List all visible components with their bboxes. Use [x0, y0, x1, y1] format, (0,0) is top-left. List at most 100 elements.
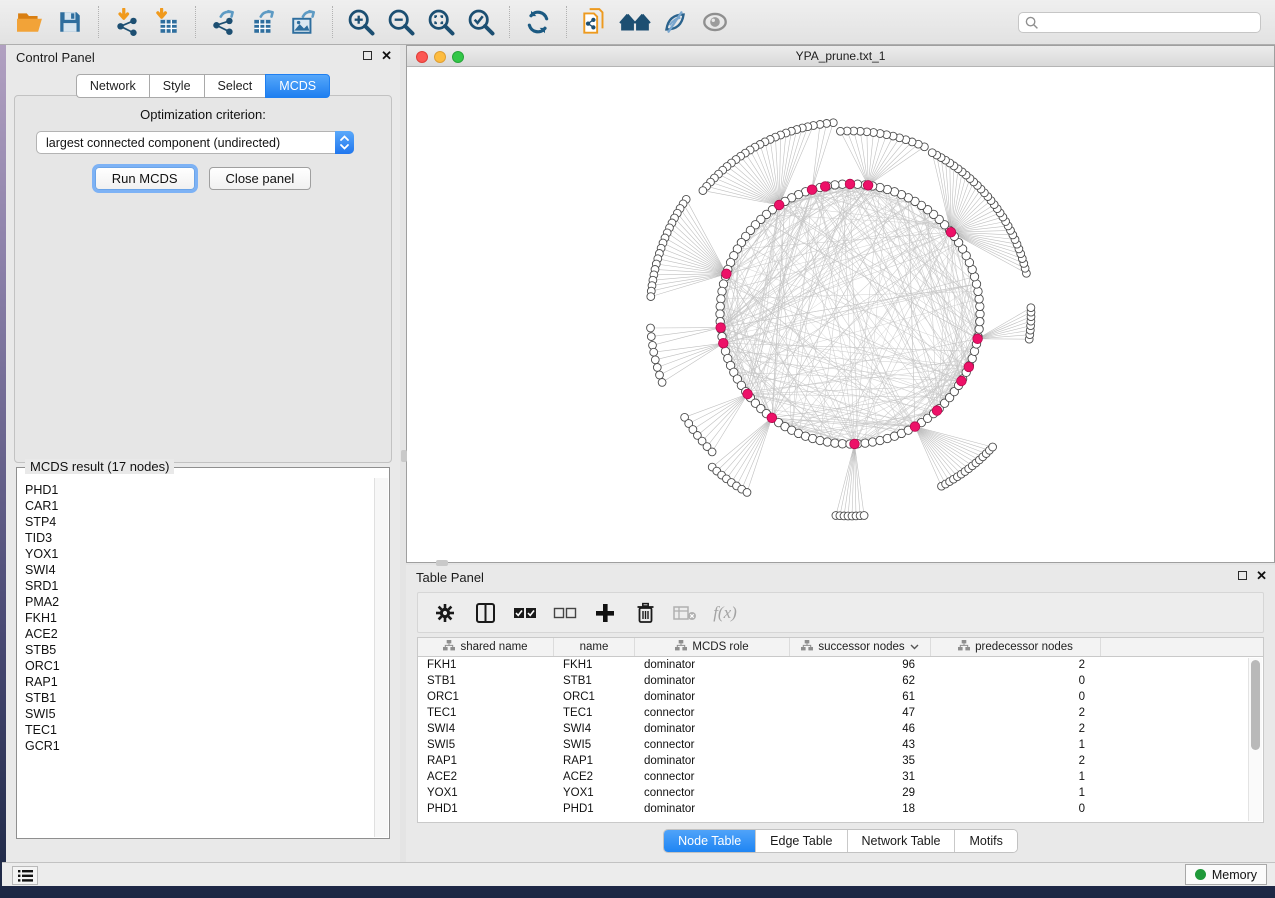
maximize-window-icon[interactable]	[452, 51, 464, 63]
run-mcds-button[interactable]: Run MCDS	[95, 167, 195, 190]
cell-successor-nodes: 61	[790, 689, 931, 705]
table-row[interactable]: PHD1PHD1dominator180	[418, 801, 1263, 817]
cell-name: ORC1	[554, 689, 635, 705]
cell-predecessor-nodes: 0	[931, 673, 1101, 689]
vertical-splitter-handle[interactable]	[401, 450, 407, 462]
table-row[interactable]: ACE2ACE2connector311	[418, 769, 1263, 785]
save-session-icon[interactable]	[50, 4, 90, 40]
mcds-result-node[interactable]: YOX1	[25, 546, 374, 562]
tab-network[interactable]: Network	[76, 74, 149, 98]
float-table-panel-icon[interactable]	[1238, 571, 1247, 580]
task-history-list-icon[interactable]	[12, 866, 38, 885]
export-image-icon[interactable]	[284, 4, 324, 40]
show-details-icon[interactable]	[695, 4, 735, 40]
mcds-result-node[interactable]: ACE2	[25, 626, 374, 642]
table-row[interactable]: STB1STB1dominator620	[418, 673, 1263, 689]
cell-successor-nodes: 43	[790, 737, 931, 753]
horizontal-splitter-handle[interactable]	[436, 560, 448, 566]
cell-shared-name: TEC1	[418, 705, 554, 721]
tab-style[interactable]: Style	[149, 74, 204, 98]
zoom-selected-icon[interactable]	[461, 4, 501, 40]
delete-column-trash-icon[interactable]	[628, 597, 662, 629]
mcds-result-node[interactable]: TEC1	[25, 722, 374, 738]
add-column-icon[interactable]	[588, 597, 622, 629]
mcds-result-node[interactable]: STB1	[25, 690, 374, 706]
show-columns-icon[interactable]	[468, 597, 502, 629]
table-row[interactable]: ORC1ORC1dominator610	[418, 689, 1263, 705]
table-row[interactable]: RAP1RAP1dominator352	[418, 753, 1263, 769]
mcds-result-node[interactable]: RAP1	[25, 674, 374, 690]
table-panel: Table Panel ✕	[406, 565, 1275, 862]
hide-details-icon[interactable]	[655, 4, 695, 40]
close-window-icon[interactable]	[416, 51, 428, 63]
export-network-icon[interactable]	[204, 4, 244, 40]
zoom-out-icon[interactable]	[381, 4, 421, 40]
mcds-result-node[interactable]: GCR1	[25, 738, 374, 754]
mcds-result-node[interactable]: SRD1	[25, 578, 374, 594]
zoom-fit-icon[interactable]	[421, 4, 461, 40]
mcds-result-scrollbar[interactable]	[374, 478, 388, 837]
table-scrollbar[interactable]	[1248, 658, 1262, 821]
column-header-name[interactable]: name	[554, 638, 635, 656]
share-document-icon[interactable]	[575, 4, 615, 40]
table-row[interactable]: TEC1TEC1connector472	[418, 705, 1263, 721]
memory-status-icon	[1195, 869, 1206, 880]
select-all-rows-icon[interactable]	[508, 597, 542, 629]
column-header-predecessor-nodes[interactable]: predecessor nodes	[931, 638, 1101, 656]
close-panel-button[interactable]: Close panel	[209, 167, 312, 190]
cell-shared-name: RAP1	[418, 753, 554, 769]
cell-MCDS-role: connector	[635, 705, 790, 721]
mcds-result-node[interactable]: SWI5	[25, 706, 374, 722]
table-scrollbar-thumb[interactable]	[1251, 660, 1260, 750]
column-header-shared-name[interactable]: shared name	[418, 638, 554, 656]
open-file-icon[interactable]	[10, 4, 50, 40]
import-network-icon[interactable]	[107, 4, 147, 40]
deselect-all-rows-icon[interactable]	[548, 597, 582, 629]
optimization-criterion-label: Optimization criterion:	[6, 107, 400, 122]
mcds-result-node[interactable]: SWI4	[25, 562, 374, 578]
close-panel-icon[interactable]: ✕	[381, 50, 392, 61]
cell-predecessor-nodes: 2	[931, 721, 1101, 737]
tab-mcds[interactable]: MCDS	[265, 74, 330, 98]
tab-motifs[interactable]: Motifs	[955, 830, 1016, 852]
table-settings-gear-icon[interactable]	[428, 597, 462, 629]
column-header-MCDS-role[interactable]: MCDS role	[635, 638, 790, 656]
workspace: Control Panel ✕ NetworkStyleSelectMCDS O…	[6, 45, 1275, 862]
mcds-result-node[interactable]: STP4	[25, 514, 374, 530]
mcds-result-list[interactable]: PHD1CAR1STP4TID3YOX1SWI4SRD1PMA2FKH1ACE2…	[18, 478, 374, 837]
mcds-result-node[interactable]: STB5	[25, 642, 374, 658]
search-input[interactable]	[1018, 12, 1261, 33]
mcds-result-node[interactable]: PHD1	[25, 482, 374, 498]
cell-MCDS-role: dominator	[635, 689, 790, 705]
refresh-icon[interactable]	[518, 4, 558, 40]
mcds-result-node[interactable]: PMA2	[25, 594, 374, 610]
float-panel-icon[interactable]	[363, 51, 372, 60]
tab-edge-table[interactable]: Edge Table	[756, 830, 847, 852]
export-table-icon[interactable]	[244, 4, 284, 40]
memory-button[interactable]: Memory	[1185, 864, 1267, 885]
column-header-successor-nodes[interactable]: successor nodes	[790, 638, 931, 656]
toolbar-separator	[566, 6, 567, 38]
tab-node-table[interactable]: Node Table	[664, 830, 756, 852]
tab-select[interactable]: Select	[204, 74, 266, 98]
table-row[interactable]: YOX1YOX1connector291	[418, 785, 1263, 801]
table-row[interactable]: SWI5SWI5connector431	[418, 737, 1263, 753]
mcds-result-node[interactable]: ORC1	[25, 658, 374, 674]
mcds-result-node[interactable]: TID3	[25, 530, 374, 546]
table-row[interactable]: FKH1FKH1dominator962	[418, 657, 1263, 673]
table-row[interactable]: SWI4SWI4dominator462	[418, 721, 1263, 737]
toolbar-separator	[332, 6, 333, 38]
optimization-criterion-select[interactable]: largest connected component (undirected)	[36, 131, 354, 154]
minimize-window-icon[interactable]	[434, 51, 446, 63]
toolbar-separator	[195, 6, 196, 38]
mcds-node	[863, 181, 873, 191]
tab-network-table[interactable]: Network Table	[848, 830, 956, 852]
cell-name: FKH1	[554, 657, 635, 673]
mcds-result-node[interactable]: FKH1	[25, 610, 374, 626]
mcds-result-node[interactable]: CAR1	[25, 498, 374, 514]
search-all-networks-icon[interactable]	[615, 4, 655, 40]
close-table-panel-icon[interactable]: ✕	[1256, 570, 1267, 581]
network-graph-canvas[interactable]	[407, 67, 1274, 562]
zoom-in-icon[interactable]	[341, 4, 381, 40]
import-table-icon[interactable]	[147, 4, 187, 40]
